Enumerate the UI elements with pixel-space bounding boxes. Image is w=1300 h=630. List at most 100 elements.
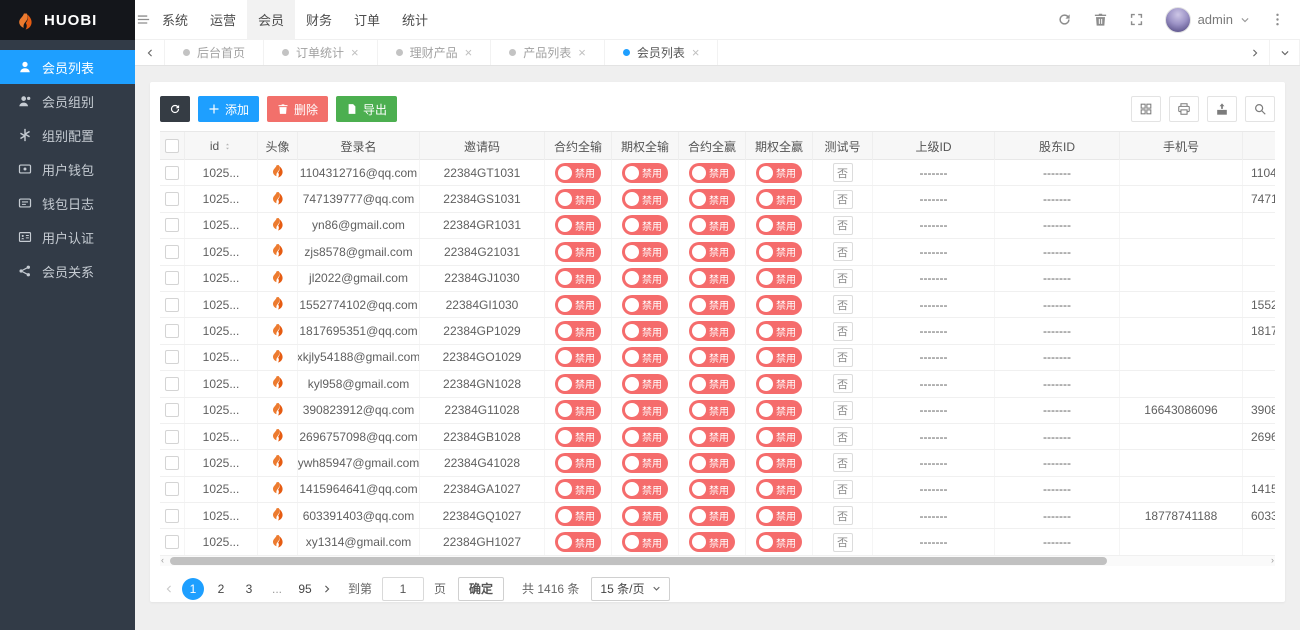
status-toggle[interactable]: 禁用 [555,400,601,420]
status-toggle[interactable]: 禁用 [622,163,668,183]
topnav-item[interactable]: 订单 [343,0,391,40]
status-toggle[interactable]: 禁用 [555,295,601,315]
page-number[interactable]: 95 [294,578,316,600]
row-checkbox[interactable] [165,377,179,391]
status-toggle[interactable]: 禁用 [622,295,668,315]
status-toggle[interactable]: 禁用 [689,532,735,552]
status-toggle[interactable]: 禁用 [689,347,735,367]
tab[interactable]: 订单统计 × [264,40,378,65]
topnav-item[interactable]: 统计 [391,0,439,40]
status-toggle[interactable]: 禁用 [689,163,735,183]
row-checkbox[interactable] [165,245,179,259]
tabs-scroll-left-icon[interactable] [135,40,165,65]
status-toggle[interactable]: 禁用 [555,453,601,473]
export-data-icon[interactable] [1207,96,1237,122]
close-icon[interactable]: × [692,46,700,59]
refresh-button[interactable] [160,96,190,122]
brand-logo[interactable]: HUOBI [0,0,135,40]
add-button[interactable]: 添加 [198,96,259,122]
print-icon[interactable] [1169,96,1199,122]
status-toggle[interactable]: 禁用 [756,427,802,447]
status-toggle[interactable]: 禁用 [622,427,668,447]
status-toggle[interactable]: 禁用 [555,215,601,235]
goto-page-input[interactable] [382,577,424,601]
topnav-item[interactable]: 运营 [199,0,247,40]
row-checkbox[interactable] [165,324,179,338]
tab[interactable]: 产品列表 × [491,40,605,65]
status-toggle[interactable]: 禁用 [689,427,735,447]
topnav-item[interactable]: 会员 [247,0,295,40]
export-button[interactable]: 导出 [336,96,397,122]
status-toggle[interactable]: 禁用 [689,268,735,288]
status-toggle[interactable]: 禁用 [622,400,668,420]
more-dots-icon[interactable] [1270,12,1286,28]
status-toggle[interactable]: 禁用 [756,347,802,367]
topnav-item[interactable]: 财务 [295,0,343,40]
sidebar-item[interactable]: 组别配置 [0,118,135,152]
scroll-right-arrow-icon[interactable]: › [1271,555,1274,565]
status-toggle[interactable]: 禁用 [622,347,668,367]
status-toggle[interactable]: 禁用 [622,242,668,262]
topnav-item[interactable]: 系统 [151,0,199,40]
confirm-button[interactable]: 确定 [458,577,504,601]
fullscreen-icon[interactable] [1129,12,1145,28]
page-number[interactable]: 1 [182,578,204,600]
sidebar-item[interactable]: 会员组别 [0,84,135,118]
status-toggle[interactable]: 禁用 [689,321,735,341]
status-toggle[interactable]: 禁用 [622,479,668,499]
row-checkbox[interactable] [165,509,179,523]
status-toggle[interactable]: 禁用 [756,479,802,499]
status-toggle[interactable]: 禁用 [756,215,802,235]
next-page-icon[interactable] [322,584,332,594]
status-toggle[interactable]: 禁用 [555,189,601,209]
status-toggle[interactable]: 禁用 [756,295,802,315]
horizontal-scrollbar[interactable]: ‹ › [160,556,1275,566]
close-icon[interactable]: × [578,46,586,59]
page-number[interactable]: 2 [210,578,232,600]
status-toggle[interactable]: 禁用 [555,163,601,183]
status-toggle[interactable]: 禁用 [756,532,802,552]
status-toggle[interactable]: 禁用 [689,189,735,209]
refresh-icon[interactable] [1057,12,1073,28]
hamburger-icon[interactable] [135,12,151,28]
status-toggle[interactable]: 禁用 [756,268,802,288]
tabs-menu-icon[interactable] [1270,40,1300,65]
prev-page-icon[interactable] [164,584,174,594]
row-checkbox[interactable] [165,166,179,180]
column-header[interactable]: id [185,132,258,160]
tab[interactable]: 会员列表 × [605,40,719,65]
scroll-left-arrow-icon[interactable]: ‹ [161,555,164,565]
status-toggle[interactable]: 禁用 [622,189,668,209]
status-toggle[interactable]: 禁用 [622,321,668,341]
row-checkbox[interactable] [165,482,179,496]
status-toggle[interactable]: 禁用 [555,268,601,288]
sidebar-item[interactable]: 会员关系 [0,254,135,288]
columns-grid-icon[interactable] [1131,96,1161,122]
row-checkbox[interactable] [165,218,179,232]
status-toggle[interactable]: 禁用 [555,347,601,367]
status-toggle[interactable]: 禁用 [689,506,735,526]
row-checkbox[interactable] [165,430,179,444]
sidebar-item[interactable]: 用户认证 [0,220,135,254]
row-checkbox[interactable] [165,271,179,285]
status-toggle[interactable]: 禁用 [622,268,668,288]
sidebar-item[interactable]: 钱包日志 [0,186,135,220]
status-toggle[interactable]: 禁用 [756,506,802,526]
tab[interactable]: 理财产品 × [378,40,492,65]
status-toggle[interactable]: 禁用 [555,532,601,552]
sidebar-item[interactable]: 会员列表 [0,50,135,84]
row-checkbox[interactable] [165,456,179,470]
status-toggle[interactable]: 禁用 [756,189,802,209]
status-toggle[interactable]: 禁用 [622,506,668,526]
row-checkbox[interactable] [165,298,179,312]
status-toggle[interactable]: 禁用 [622,453,668,473]
status-toggle[interactable]: 禁用 [756,163,802,183]
status-toggle[interactable]: 禁用 [555,427,601,447]
status-toggle[interactable]: 禁用 [622,215,668,235]
status-toggle[interactable]: 禁用 [622,532,668,552]
status-toggle[interactable]: 禁用 [689,215,735,235]
per-page-select[interactable]: 15 条/页 [591,577,670,601]
tab[interactable]: 后台首页 [165,40,264,65]
status-toggle[interactable]: 禁用 [756,242,802,262]
status-toggle[interactable]: 禁用 [689,479,735,499]
